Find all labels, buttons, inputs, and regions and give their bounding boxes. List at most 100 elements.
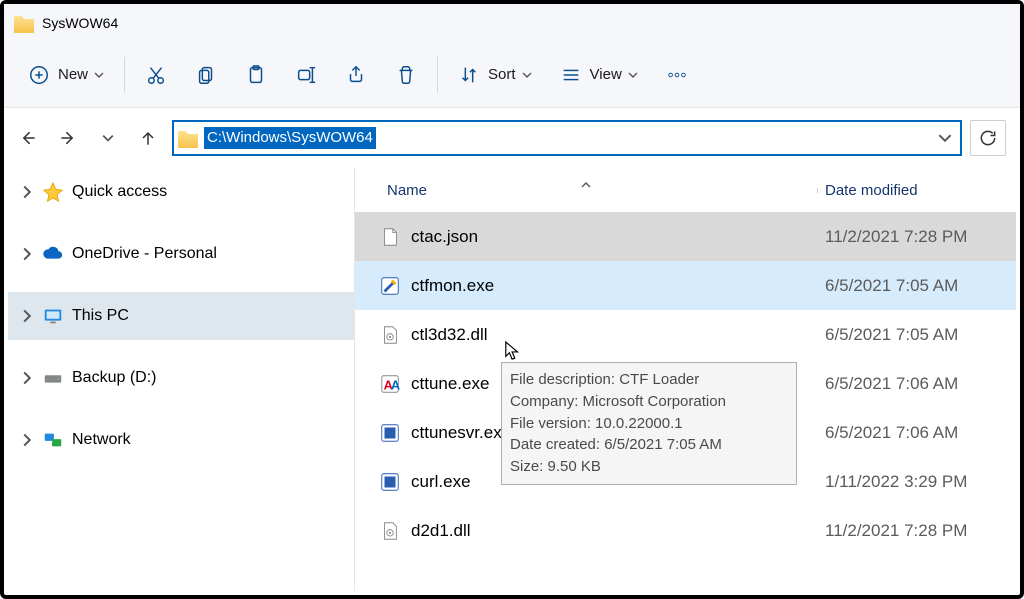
delete-button[interactable] — [381, 55, 431, 95]
file-row[interactable]: ctl3d32.dll 6/5/2021 7:05 AM — [355, 310, 1016, 359]
navigation-pane[interactable]: Quick access OneDrive - Personal This PC… — [8, 168, 355, 591]
file-type-icon — [379, 226, 401, 248]
paste-icon — [245, 64, 267, 86]
sidebar-item-label: OneDrive - Personal — [72, 245, 217, 263]
file-name: ctac.json — [411, 227, 478, 247]
file-type-icon — [379, 275, 401, 297]
svg-text:A: A — [391, 377, 400, 392]
chevron-right-icon — [20, 185, 34, 199]
file-date: 6/5/2021 7:05 AM — [817, 276, 1016, 296]
network-icon — [42, 429, 64, 451]
file-name: ctfmon.exe — [411, 276, 494, 296]
share-icon — [345, 64, 367, 86]
file-date: 11/2/2021 7:28 PM — [817, 227, 1016, 247]
more-button[interactable] — [652, 55, 702, 95]
tooltip-line: Company: Microsoft Corporation — [510, 391, 788, 413]
chevron-down-icon — [628, 70, 638, 80]
file-type-icon — [379, 520, 401, 542]
chevron-right-icon — [20, 309, 34, 323]
folder-icon — [14, 13, 34, 33]
tooltip-line: File description: CTF Loader — [510, 369, 788, 391]
sidebar-item-network[interactable]: Network — [8, 416, 354, 464]
file-type-icon — [379, 471, 401, 493]
sort-label: Sort — [488, 66, 516, 83]
file-date: 6/5/2021 7:06 AM — [817, 374, 1016, 394]
cut-icon — [145, 64, 167, 86]
chevron-right-icon — [20, 247, 34, 261]
toolbar-separator — [124, 57, 125, 93]
nav-row: C:\Windows\SysWOW64 — [4, 108, 1020, 168]
cursor-pointer-icon — [504, 340, 522, 362]
chevron-down-icon — [94, 70, 104, 80]
file-date: 1/11/2022 3:29 PM — [817, 472, 1016, 492]
chevron-down-icon[interactable] — [938, 131, 952, 145]
column-header-label: Name — [387, 182, 427, 199]
sidebar-item-backup[interactable]: Backup (D:) — [8, 354, 354, 402]
column-header-name[interactable]: Name — [355, 182, 817, 199]
address-bar[interactable]: C:\Windows\SysWOW64 — [172, 120, 962, 156]
sidebar-item-label: Backup (D:) — [72, 369, 156, 387]
file-name: cttunesvr.exe — [411, 423, 511, 443]
plus-circle-icon — [28, 64, 50, 86]
rename-button[interactable] — [281, 55, 331, 95]
chevron-right-icon — [20, 371, 34, 385]
new-label: New — [58, 66, 88, 83]
copy-icon — [195, 64, 217, 86]
sidebar-item-quick-access[interactable]: Quick access — [8, 168, 354, 216]
sidebar-item-label: Quick access — [72, 183, 167, 201]
toolbar-separator — [437, 57, 438, 93]
chevron-down-icon — [522, 70, 532, 80]
copy-button[interactable] — [181, 55, 231, 95]
sidebar-item-this-pc[interactable]: This PC — [8, 292, 354, 340]
sort-ascending-icon — [581, 180, 591, 190]
file-date: 11/2/2021 7:28 PM — [817, 521, 1016, 541]
sidebar-item-onedrive[interactable]: OneDrive - Personal — [8, 230, 354, 278]
file-row[interactable]: ctfmon.exe 6/5/2021 7:05 AM — [355, 261, 1016, 310]
trash-icon — [395, 64, 417, 86]
file-name: d2d1.dll — [411, 521, 471, 541]
column-header-row: Name Date modified — [355, 168, 1016, 212]
paste-button[interactable] — [231, 55, 281, 95]
sort-button[interactable]: Sort — [444, 55, 546, 95]
file-type-icon: AA — [379, 373, 401, 395]
forward-button[interactable] — [52, 122, 84, 154]
file-name: curl.exe — [411, 472, 471, 492]
tooltip-line: Date created: 6/5/2021 7:05 AM — [510, 434, 788, 456]
more-icon — [666, 64, 688, 86]
column-header-label: Date modified — [825, 182, 918, 199]
view-button[interactable]: View — [546, 55, 652, 95]
view-list-icon — [560, 64, 582, 86]
toolbar: New Sort View — [4, 42, 1020, 108]
file-date: 6/5/2021 7:06 AM — [817, 423, 1016, 443]
tooltip-line: Size: 9.50 KB — [510, 456, 788, 478]
hdd-icon — [42, 367, 64, 389]
file-row[interactable]: ctac.json 11/2/2021 7:28 PM — [355, 212, 1016, 261]
file-name: ctl3d32.dll — [411, 325, 488, 345]
onedrive-icon — [42, 243, 64, 265]
tooltip-line: File version: 10.0.22000.1 — [510, 413, 788, 435]
back-button[interactable] — [12, 122, 44, 154]
pc-icon — [42, 305, 64, 327]
column-header-date[interactable]: Date modified — [817, 182, 1016, 199]
star-icon — [42, 181, 64, 203]
chevron-right-icon — [20, 433, 34, 447]
rename-icon — [295, 64, 317, 86]
file-type-icon — [379, 422, 401, 444]
title-bar: SysWOW64 — [4, 4, 1020, 42]
refresh-button[interactable] — [970, 120, 1006, 156]
up-button[interactable] — [132, 122, 164, 154]
share-button[interactable] — [331, 55, 381, 95]
sidebar-item-label: Network — [72, 431, 131, 449]
cut-button[interactable] — [131, 55, 181, 95]
new-button[interactable]: New — [14, 55, 118, 95]
recent-dropdown-button[interactable] — [92, 122, 124, 154]
sidebar-item-label: This PC — [72, 307, 129, 325]
folder-icon — [178, 128, 198, 148]
address-path: C:\Windows\SysWOW64 — [204, 127, 376, 149]
file-tooltip: File description: CTF Loader Company: Mi… — [501, 362, 797, 485]
file-row[interactable]: d2d1.dll 11/2/2021 7:28 PM — [355, 506, 1016, 555]
sort-icon — [458, 64, 480, 86]
window-title: SysWOW64 — [42, 15, 118, 31]
view-label: View — [590, 66, 622, 83]
file-date: 6/5/2021 7:05 AM — [817, 325, 1016, 345]
